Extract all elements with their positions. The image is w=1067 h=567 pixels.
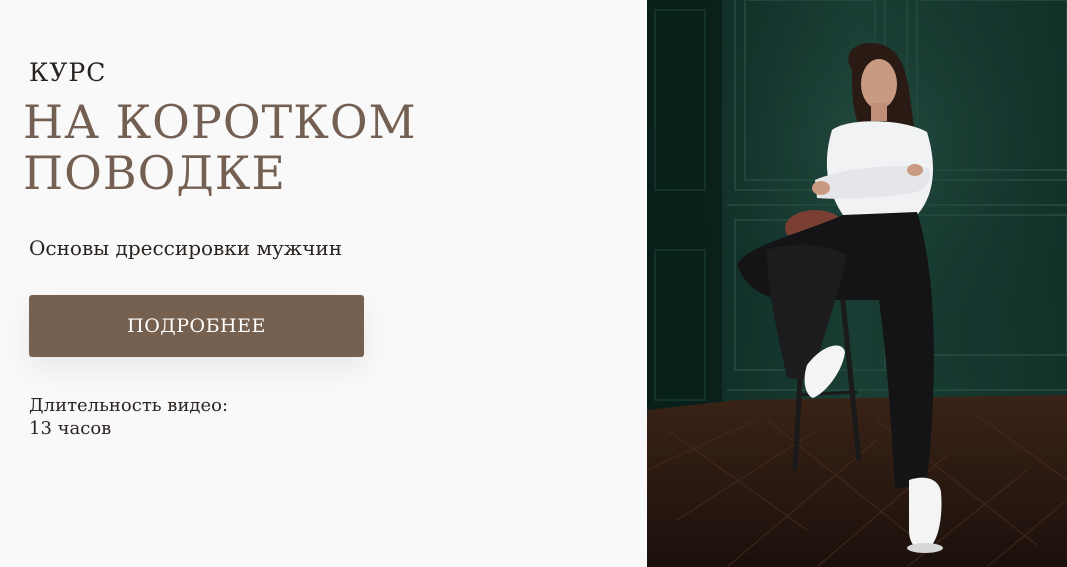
details-button[interactable]: ПОДРОБНЕЕ [29,295,364,357]
hero-text-panel: КУРС НА КОРОТКОМ ПОВОДКЕ Основы дрессиро… [0,0,647,567]
woman-seated-photo-illustration [647,0,1067,567]
video-duration: Длительность видео: 13 часов [29,394,228,440]
course-title-line-2: ПОВОДКЕ [23,146,286,200]
video-duration-value: 13 часов [29,418,112,439]
video-duration-label: Длительность видео: [29,395,229,416]
course-title: НА КОРОТКОМ ПОВОДКЕ [23,97,417,199]
course-eyebrow: КУРС [29,58,107,87]
course-subtitle: Основы дрессировки мужчин [29,236,343,260]
course-title-line-1: НА КОРОТКОМ [23,95,417,149]
course-hero: КУРС НА КОРОТКОМ ПОВОДКЕ Основы дрессиро… [0,0,1067,567]
hero-photo [647,0,1067,567]
